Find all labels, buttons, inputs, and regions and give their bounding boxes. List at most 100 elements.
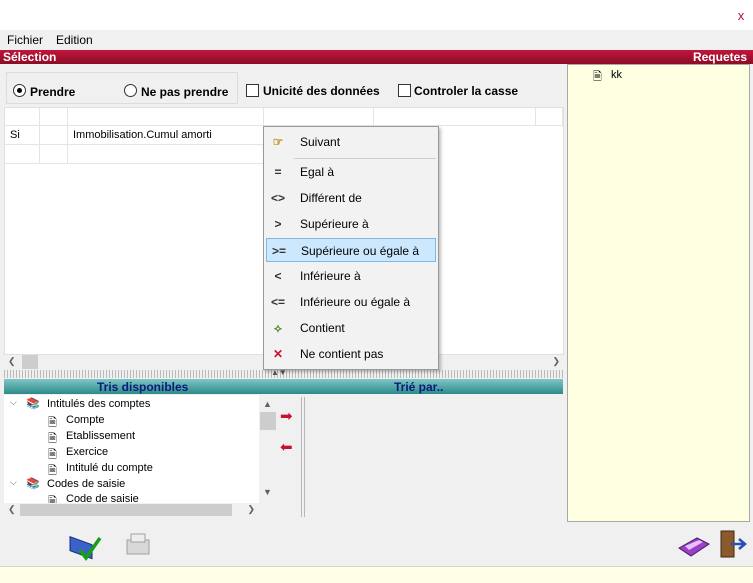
menu-item-not-contains[interactable]: ✕ Ne contient pas: [266, 342, 436, 366]
left-arrow-icon: ⬅: [280, 439, 293, 456]
menu-item-greater[interactable]: > Supérieure à: [266, 212, 436, 236]
scroll-right-icon[interactable]: ❯: [247, 504, 255, 515]
equal-icon: =: [274, 165, 282, 179]
not-take-radio[interactable]: [124, 84, 137, 97]
document-icon: 🗎: [593, 71, 602, 83]
tree-group-label[interactable]: Intitulés des comptes: [47, 398, 150, 410]
grid-cell[interactable]: [5, 145, 40, 164]
unique-data-label[interactable]: Unicité des données: [263, 84, 380, 98]
exit-button[interactable]: [717, 528, 747, 560]
right-arrow-icon: ➡: [280, 408, 293, 425]
folder-book-icon: [678, 537, 710, 557]
menu-item-equal[interactable]: = Egal à: [266, 160, 436, 184]
menu-item-less-equal[interactable]: <= Inférieure ou égale à: [266, 290, 436, 314]
pointing-hand-icon: ☞: [272, 135, 284, 149]
take-label[interactable]: Prendre: [30, 85, 75, 99]
grid-cell[interactable]: [40, 126, 68, 145]
menu-file[interactable]: Fichier: [7, 33, 43, 47]
menu-item-greater-equal[interactable]: >= Supérieure ou égale à: [266, 238, 436, 262]
greater-icon: >: [274, 217, 282, 231]
tree-vertical-scrollbar[interactable]: ▲ ▼: [260, 397, 276, 501]
menu-item-label: Inférieure ou égale à: [300, 295, 411, 309]
scroll-left-icon[interactable]: ❮: [8, 356, 16, 367]
operator-context-menu: ☞ Suivant = Egal à <> Différent de > Sup…: [263, 126, 439, 370]
contains-icon: ⟡: [274, 321, 282, 335]
case-check-label[interactable]: Controler la casse: [414, 84, 518, 98]
checkmark-book-icon: [69, 536, 102, 561]
menu-item-label: Suivant: [300, 135, 341, 149]
take-radio[interactable]: [13, 84, 26, 97]
menu-item-label: Inférieure à: [300, 269, 361, 283]
book-stack-icon: 📚: [26, 478, 40, 490]
scroll-thumb[interactable]: [260, 412, 276, 430]
tree-item-label[interactable]: Compte: [66, 414, 105, 426]
less-equal-icon: <=: [270, 295, 285, 309]
menu-item-next[interactable]: ☞ Suivant: [266, 130, 436, 154]
menu-item-label: Egal à: [300, 165, 335, 179]
requests-pane[interactable]: 🗎 kk: [567, 64, 750, 522]
requests-title: Requetes: [692, 50, 747, 64]
case-check-checkbox[interactable]: [398, 84, 411, 97]
book-stack-icon: 📚: [26, 398, 40, 410]
grid-cell[interactable]: [40, 145, 68, 164]
close-button[interactable]: x: [729, 6, 753, 26]
exit-door-icon: [720, 530, 747, 558]
grid-header-cell: [264, 108, 374, 126]
scroll-right-icon[interactable]: ❯: [552, 356, 560, 367]
grid-header-cell: [536, 108, 563, 126]
request-item-label[interactable]: kk: [611, 69, 622, 81]
printer-icon: [126, 533, 150, 555]
grid-cell[interactable]: [68, 145, 264, 164]
scroll-down-icon[interactable]: ▼: [263, 487, 272, 497]
row-condition: Si: [10, 129, 20, 141]
status-bar: [0, 566, 753, 583]
not-equal-icon: <>: [270, 191, 285, 205]
vertical-splitter[interactable]: [301, 397, 306, 517]
tree-horizontal-scrollbar[interactable]: ❮ ❯: [4, 503, 259, 517]
menu-separator: [294, 158, 436, 159]
menu-item-label: Supérieure ou égale à: [301, 244, 420, 258]
menu-item-less[interactable]: < Inférieure à: [266, 264, 436, 288]
sorts-header-bar: Tris disponibles Trié par..: [4, 379, 563, 394]
unique-data-checkbox[interactable]: [246, 84, 259, 97]
sorted-by-title: Trié par..: [394, 380, 444, 394]
scroll-left-icon[interactable]: ❮: [8, 504, 16, 515]
tree-item-label[interactable]: Code de saisie: [66, 493, 139, 503]
grid-header-cell: [5, 108, 40, 126]
not-contains-icon: ✕: [272, 347, 284, 361]
menu-item-label: Supérieure à: [300, 217, 369, 231]
tree-item-label[interactable]: Exercice: [66, 446, 108, 458]
tree-group-label[interactable]: Codes de saisie: [47, 478, 125, 490]
remove-sort-button[interactable]: ⬅: [278, 436, 300, 458]
grid-header-cell: [374, 108, 536, 126]
greater-equal-icon: >=: [271, 244, 286, 258]
menu-item-label: Ne contient pas: [300, 347, 384, 361]
menu-edit[interactable]: Edition: [56, 33, 93, 47]
not-take-label[interactable]: Ne pas prendre: [141, 85, 228, 99]
row-field: Immobilisation.Cumul amorti: [73, 129, 212, 141]
scroll-thumb[interactable]: [20, 504, 232, 516]
sorts-available-title: Tris disponibles: [97, 380, 189, 394]
title-bar: x: [0, 0, 753, 30]
menu-item-label: Contient: [300, 321, 345, 335]
take-options-group: Prendre Ne pas prendre: [6, 72, 238, 104]
menu-item-label: Différent de: [300, 191, 362, 205]
tree-item-label[interactable]: Intitulé du compte: [66, 462, 153, 474]
less-icon: <: [274, 269, 282, 283]
tree-item-label[interactable]: Etablissement: [66, 430, 135, 442]
scroll-thumb[interactable]: [22, 355, 38, 369]
validate-button[interactable]: [68, 530, 102, 562]
grid-header-cell: [68, 108, 264, 126]
scroll-up-icon[interactable]: ▲: [263, 399, 272, 409]
document-icon: 🗎: [48, 496, 57, 503]
open-query-button[interactable]: [677, 532, 711, 560]
menu-item-not-equal[interactable]: <> Différent de: [266, 186, 436, 210]
menu-item-contains[interactable]: ⟡ Contient: [266, 316, 436, 340]
selection-title: Sélection: [3, 50, 57, 64]
collapse-chevron-icon[interactable]: ⌵: [10, 477, 17, 488]
print-button[interactable]: [124, 530, 154, 560]
available-sorts-tree[interactable]: ⌵ 📚 Intitulés des comptes 🗎 Compte 🗎 Eta…: [4, 395, 259, 503]
add-sort-button[interactable]: ➡: [278, 405, 300, 427]
collapse-chevron-icon[interactable]: ⌵: [10, 397, 17, 408]
selection-header-bar: Sélection Requetes: [0, 50, 753, 64]
